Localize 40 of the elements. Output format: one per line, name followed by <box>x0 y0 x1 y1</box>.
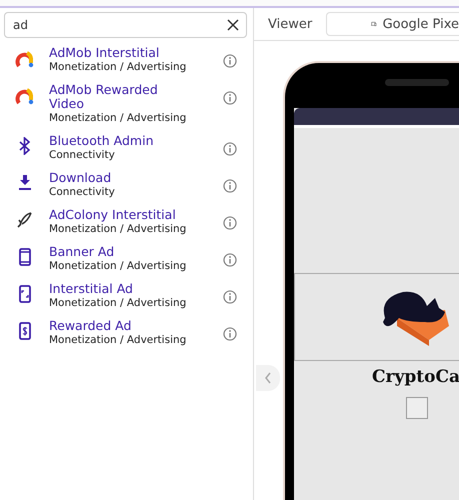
download-icon <box>18 174 32 190</box>
ring-logo-icon <box>14 86 34 106</box>
info-icon[interactable] <box>223 142 237 156</box>
component-name[interactable]: AdColony Interstitial <box>49 208 176 222</box>
info-icon[interactable] <box>223 290 237 304</box>
phone-icon <box>18 248 30 266</box>
component-category: Connectivity <box>49 185 115 199</box>
search-field[interactable]: ad <box>4 12 247 38</box>
info-icon[interactable] <box>223 54 237 68</box>
phone-dollar-icon <box>18 322 30 340</box>
clear-icon[interactable] <box>227 19 239 31</box>
info-icon[interactable] <box>223 91 237 105</box>
component-name[interactable]: AdMob Interstitial <box>49 46 160 60</box>
info-icon[interactable] <box>223 253 237 267</box>
ring-logo-icon <box>14 49 34 69</box>
component-category: Monetization / Advertising <box>49 333 186 347</box>
phone-icon <box>18 285 30 303</box>
info-icon[interactable] <box>223 327 237 341</box>
component-name[interactable]: AdMob Rewarded Video <box>49 83 189 111</box>
collapse-button[interactable] <box>256 365 280 391</box>
viewer-label: Viewer <box>268 16 312 32</box>
info-icon[interactable] <box>223 216 237 230</box>
device-dropdown[interactable]: Google Pixe <box>326 12 459 36</box>
component-name[interactable]: Interstitial Ad <box>49 282 133 296</box>
phone-speaker <box>385 79 449 86</box>
component-name[interactable]: Rewarded Ad <box>49 319 132 333</box>
component-name[interactable]: Download <box>49 171 112 185</box>
component-category: Connectivity <box>49 148 115 162</box>
chevron-left-icon <box>264 372 272 384</box>
bluetooth-icon <box>18 137 32 155</box>
component-category: Monetization / Advertising <box>49 259 186 273</box>
component-name[interactable]: Banner Ad <box>49 245 114 259</box>
feather-icon <box>16 211 34 229</box>
checkbox[interactable] <box>406 397 428 419</box>
component-category: Monetization / Advertising <box>49 296 186 310</box>
component-category: Monetization / Advertising <box>49 111 186 125</box>
component-category: Monetization / Advertising <box>49 60 186 74</box>
component-category: Monetization / Advertising <box>49 222 186 236</box>
info-icon[interactable] <box>223 179 237 193</box>
component-name[interactable]: Bluetooth Admin <box>49 134 154 148</box>
